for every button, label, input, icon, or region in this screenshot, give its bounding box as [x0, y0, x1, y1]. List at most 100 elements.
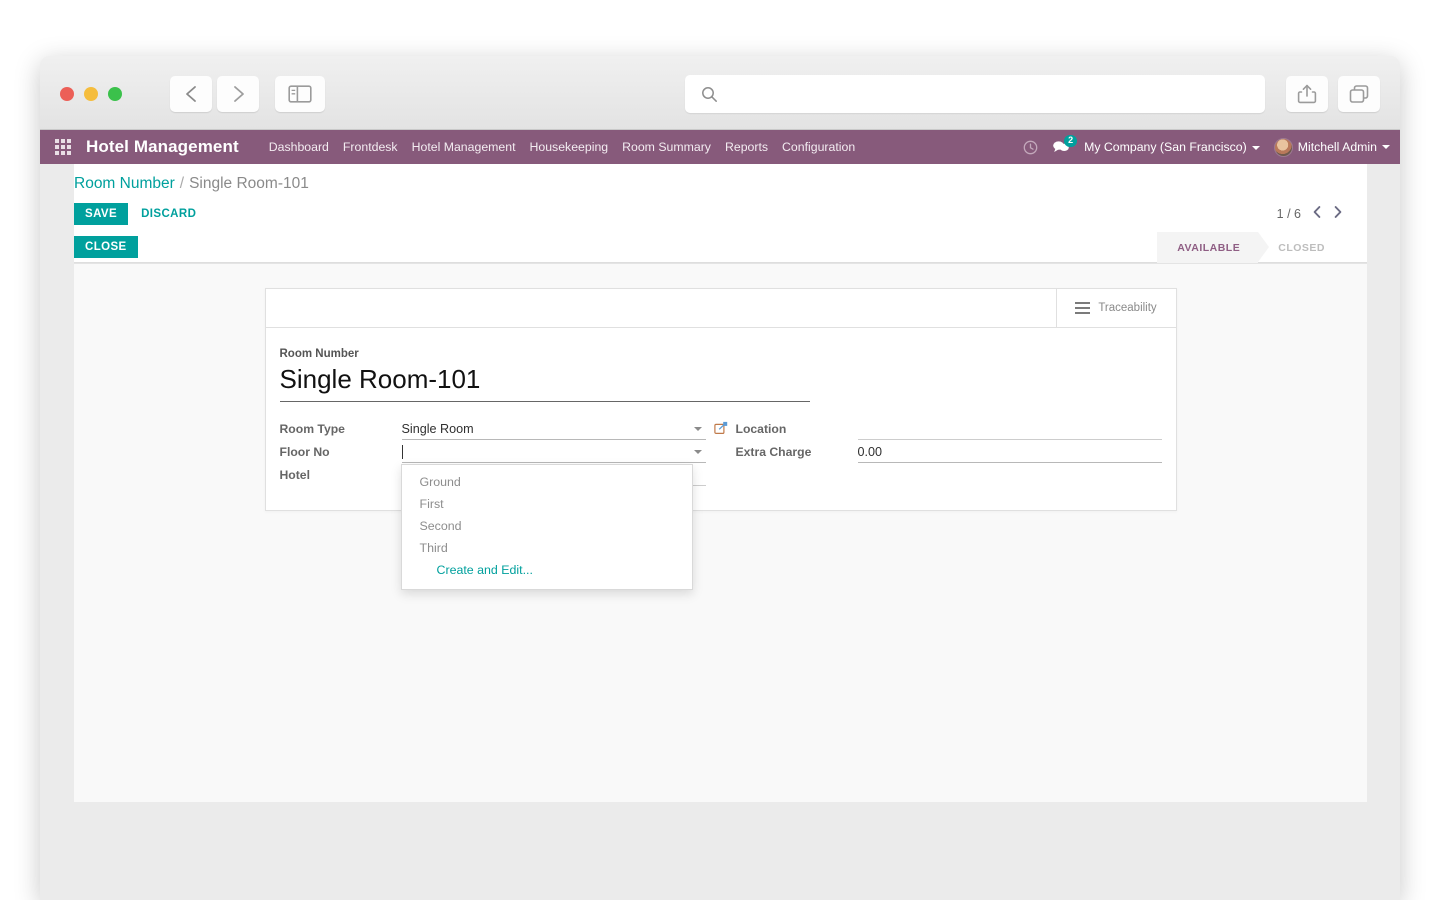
bars-icon: [1075, 301, 1091, 315]
pager-value: 1 / 6: [1276, 206, 1301, 221]
pager-previous-button[interactable]: [1312, 205, 1322, 222]
record-pager: 1 / 6: [1277, 195, 1343, 232]
field-label-location: Location: [735, 422, 787, 436]
company-switcher[interactable]: My Company (San Francisco): [1084, 140, 1260, 154]
dropdown-option-ground[interactable]: Ground: [402, 471, 692, 493]
minimize-window-button[interactable]: [84, 87, 98, 101]
clock-icon: [1023, 140, 1038, 154]
field-columns: Room Type Single Room Floor No Ground Fi…: [279, 419, 1162, 590]
main-menu: Dashboard Frontdesk Hotel Management Hou…: [269, 140, 855, 154]
menu-item-dashboard[interactable]: Dashboard: [269, 140, 329, 154]
breadcrumb-separator: /: [179, 175, 185, 192]
dropdown-option-second[interactable]: Second: [402, 515, 692, 537]
field-label-room-type: Room Type: [279, 422, 345, 436]
floor-no-dropdown: Ground First Second Third Create and Edi…: [400, 464, 693, 590]
field-label-extra-charge: Extra Charge: [735, 445, 812, 459]
forward-arrow-icon: [233, 86, 244, 102]
statusbar-states: Available Closed: [1157, 232, 1343, 263]
menu-item-hotel-management[interactable]: Hotel Management: [412, 140, 516, 154]
menu-item-frontdesk[interactable]: Frontdesk: [343, 140, 398, 154]
discard-button[interactable]: Discard: [141, 208, 196, 220]
browser-address-search-bar[interactable]: [685, 75, 1265, 113]
external-link-icon: [713, 421, 727, 435]
field-location: Location: [736, 419, 1162, 441]
field-extra-charge: Extra Charge 0.00: [736, 442, 1162, 464]
dropdown-option-first[interactable]: First: [402, 493, 692, 515]
field-column-left: Room Type Single Room Floor No Ground Fi…: [279, 419, 727, 590]
field-control-location: [857, 419, 1162, 440]
search-icon: [702, 86, 717, 102]
tabs-icon: [1349, 85, 1369, 103]
location-input[interactable]: [857, 419, 1162, 440]
odoo-body: Room Number / Single Room-101 Save Disca…: [40, 164, 1400, 874]
field-control-room-type: Single Room: [401, 419, 727, 440]
traceability-button[interactable]: Traceability: [1055, 289, 1176, 327]
chevron-left-icon: [1313, 206, 1321, 218]
menu-item-room-summary[interactable]: Room Summary: [622, 140, 711, 154]
browser-back-button[interactable]: [170, 76, 212, 112]
menu-item-housekeeping[interactable]: Housekeeping: [530, 140, 609, 154]
window-controls: [60, 87, 122, 101]
statusbar: Close Available Closed: [74, 232, 1367, 263]
chevron-right-icon: [1334, 206, 1342, 218]
user-menu[interactable]: Mitchell Admin: [1273, 137, 1390, 157]
field-label-hotel: Hotel: [279, 468, 310, 482]
share-button[interactable]: [1286, 76, 1328, 112]
breadcrumb: Room Number / Single Room-101: [74, 164, 1367, 195]
chevron-down-icon[interactable]: [693, 450, 702, 454]
app-brand-title: Hotel Management: [86, 137, 239, 156]
apps-menu-button[interactable]: [40, 130, 86, 164]
status-badge-closed[interactable]: Closed: [1258, 232, 1343, 263]
field-control-extra-charge: 0.00: [857, 442, 1162, 463]
chevron-down-icon[interactable]: [693, 427, 702, 431]
status-badge-available[interactable]: Available: [1157, 232, 1270, 263]
chevron-down-icon: [1251, 145, 1260, 150]
close-button[interactable]: Close: [74, 236, 138, 258]
maximize-window-button[interactable]: [108, 87, 122, 101]
dropdown-create-and-edit[interactable]: Create and Edit...: [402, 559, 692, 581]
breadcrumb-current: Single Room-101: [189, 175, 309, 192]
field-column-right: Location Extra Charge 0.00: [736, 419, 1162, 488]
traceability-label: Traceability: [1098, 302, 1157, 314]
extra-charge-value: 0.00: [857, 445, 883, 459]
extra-charge-input[interactable]: 0.00: [857, 442, 1162, 463]
show-tabs-button[interactable]: [1338, 76, 1380, 112]
activities-button[interactable]: [1023, 140, 1038, 155]
save-button[interactable]: Save: [74, 202, 129, 225]
internal-link-button[interactable]: [713, 421, 728, 440]
room-number-input[interactable]: Single Room-101: [279, 364, 810, 402]
room-type-value: Single Room: [401, 422, 474, 436]
dropdown-option-third[interactable]: Third: [402, 537, 692, 559]
pager-next-button[interactable]: [1333, 205, 1343, 222]
share-icon: [1297, 84, 1317, 104]
apps-grid-icon: [55, 139, 71, 155]
chevron-down-icon: [1382, 145, 1390, 149]
sidebar-toggle-icon: [288, 85, 312, 103]
field-floor-no: Floor No Ground First Second Third Creat…: [279, 442, 706, 590]
messages-count-badge: 2: [1064, 135, 1078, 147]
messages-button[interactable]: 2: [1052, 135, 1078, 154]
sheet-area: Traceability Room Number Single Room-101…: [74, 264, 1367, 590]
menu-item-configuration[interactable]: Configuration: [782, 140, 855, 154]
sheet-inner: Room Number Single Room-101 Room Type Si…: [266, 328, 1176, 590]
avatar: [1273, 137, 1293, 157]
browser-window: Hotel Management Dashboard Frontdesk Hot…: [40, 56, 1400, 900]
content-area: Room Number / Single Room-101 Save Disca…: [74, 164, 1367, 802]
browser-forward-button[interactable]: [217, 76, 259, 112]
sidebar-toggle-button[interactable]: [275, 76, 325, 112]
form-sheet: Traceability Room Number Single Room-101…: [264, 288, 1177, 590]
room-number-label: Room Number: [279, 348, 359, 360]
company-name: My Company (San Francisco): [1084, 140, 1247, 154]
close-window-button[interactable]: [60, 87, 74, 101]
menu-item-reports[interactable]: Reports: [725, 140, 768, 154]
field-label-floor-no: Floor No: [279, 445, 330, 459]
floor-no-input[interactable]: [401, 442, 706, 463]
stat-button-box: Traceability: [265, 289, 1176, 328]
navbar-systray: 2 My Company (San Francisco) Mitchell Ad…: [1023, 130, 1390, 164]
breadcrumb-root-link[interactable]: Room Number: [74, 175, 175, 193]
form-action-buttons: Save Discard 1 / 6: [74, 195, 1367, 232]
control-panel: Room Number / Single Room-101 Save Disca…: [74, 164, 1367, 264]
room-type-input[interactable]: Single Room: [401, 419, 706, 440]
text-cursor: [401, 445, 403, 459]
back-arrow-icon: [185, 86, 196, 102]
